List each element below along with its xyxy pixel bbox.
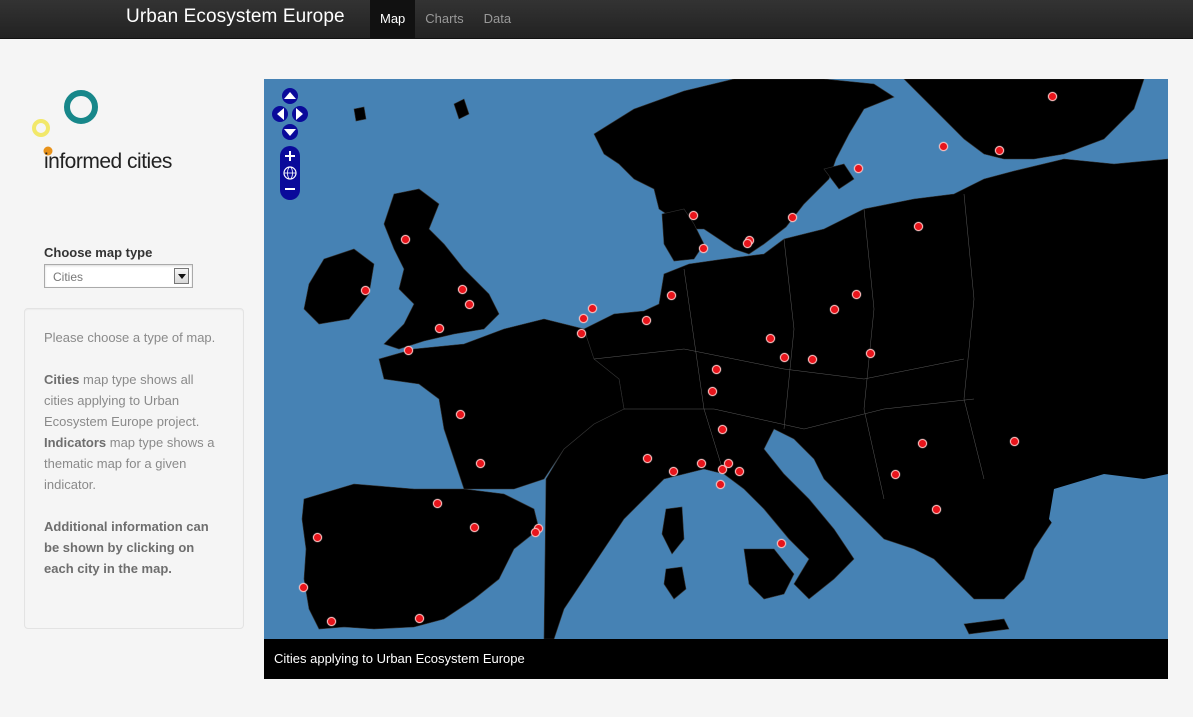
brand-title[interactable]: Urban Ecosystem Europe — [126, 6, 345, 28]
info-panel: Please choose a type of map. Cities map … — [24, 308, 244, 629]
top-navbar: Urban Ecosystem Europe Map Charts Data — [0, 0, 1193, 39]
city-marker[interactable] — [830, 305, 839, 314]
info-intro: Please choose a type of map. — [44, 330, 216, 345]
city-marker[interactable] — [808, 355, 817, 364]
info-cities: Cities map type shows all cities applyin… — [44, 369, 224, 432]
city-marker[interactable] — [415, 614, 424, 623]
city-marker[interactable] — [588, 304, 597, 313]
city-marker[interactable] — [579, 314, 588, 323]
pan-control — [272, 88, 308, 140]
city-marker[interactable] — [866, 349, 875, 358]
city-marker[interactable] — [788, 213, 797, 222]
city-marker[interactable] — [780, 353, 789, 362]
europe-map[interactable] — [264, 79, 1168, 639]
city-marker[interactable] — [891, 470, 900, 479]
additional-info-text: Additional information can be shown by c… — [44, 519, 209, 576]
city-marker[interactable] — [577, 329, 586, 338]
city-marker[interactable] — [854, 164, 863, 173]
city-marker[interactable] — [1048, 92, 1057, 101]
informed-cities-logo: informed cities — [30, 88, 200, 180]
city-marker[interactable] — [914, 222, 923, 231]
map-type-select-value: Cities — [53, 270, 84, 284]
info-indicators: Indicators map type shows a thematic map… — [44, 432, 224, 495]
logo-circles-icon — [32, 90, 98, 156]
zoom-control — [280, 146, 300, 200]
city-marker[interactable] — [689, 211, 698, 220]
cities-term: Cities — [44, 372, 80, 387]
nav-map[interactable]: Map — [370, 0, 416, 39]
map-type-select[interactable]: Cities — [44, 264, 193, 288]
city-marker[interactable] — [470, 523, 479, 532]
city-marker[interactable] — [642, 316, 651, 325]
city-marker[interactable] — [465, 300, 474, 309]
city-marker[interactable] — [667, 291, 676, 300]
nav-data[interactable]: Data — [474, 0, 521, 39]
city-marker[interactable] — [777, 539, 786, 548]
city-marker[interactable] — [643, 454, 652, 463]
main-nav: Map Charts Data — [370, 0, 521, 39]
city-marker[interactable] — [1010, 437, 1019, 446]
city-marker[interactable] — [458, 285, 467, 294]
city-marker[interactable] — [433, 499, 442, 508]
city-marker[interactable] — [743, 239, 752, 248]
city-marker[interactable] — [327, 617, 336, 626]
europe-land-shapes — [301, 79, 1168, 639]
map-caption: Cities applying to Urban Ecosystem Europ… — [264, 639, 1168, 679]
city-marker[interactable] — [435, 324, 444, 333]
city-marker[interactable] — [697, 459, 706, 468]
chevron-down-icon[interactable] — [174, 268, 189, 284]
city-marker[interactable] — [724, 459, 733, 468]
city-marker[interactable] — [456, 410, 465, 419]
indicators-term: Indicators — [44, 435, 107, 450]
city-marker[interactable] — [932, 505, 941, 514]
info-additional: Additional information can be shown by c… — [44, 516, 224, 579]
city-marker[interactable] — [766, 334, 775, 343]
city-marker[interactable] — [361, 286, 370, 295]
city-marker[interactable] — [735, 467, 744, 476]
city-marker[interactable] — [476, 459, 485, 468]
city-marker[interactable] — [313, 533, 322, 542]
city-marker[interactable] — [699, 244, 708, 253]
nav-charts[interactable]: Charts — [415, 0, 473, 39]
city-marker[interactable] — [918, 439, 927, 448]
city-marker[interactable] — [995, 146, 1004, 155]
city-marker[interactable] — [531, 528, 540, 537]
logo-text: informed cities — [44, 150, 172, 173]
city-marker[interactable] — [712, 365, 721, 374]
city-marker[interactable] — [716, 480, 725, 489]
zoom-out-icon[interactable] — [285, 188, 295, 190]
city-marker[interactable] — [299, 583, 308, 592]
city-marker[interactable] — [852, 290, 861, 299]
choose-map-type-label: Choose map type — [44, 245, 153, 260]
city-marker[interactable] — [939, 142, 948, 151]
city-marker[interactable] — [718, 425, 727, 434]
city-marker[interactable] — [669, 467, 678, 476]
city-marker[interactable] — [401, 235, 410, 244]
city-marker[interactable] — [404, 346, 413, 355]
city-marker[interactable] — [708, 387, 717, 396]
